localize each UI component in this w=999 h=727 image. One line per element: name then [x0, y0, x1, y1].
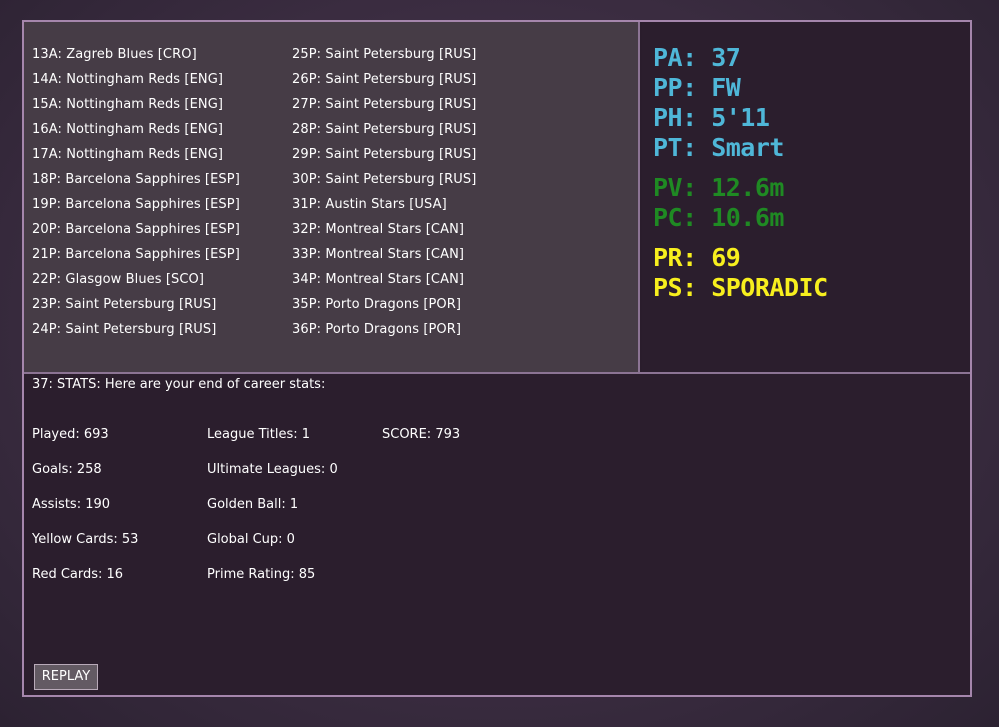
player-type: PT: Smart	[653, 133, 784, 162]
stat-played: Played: 693	[32, 427, 109, 442]
career-row: 30P: Saint Petersburg [RUS]	[292, 172, 477, 187]
career-row: 22P: Glasgow Blues [SCO]	[32, 272, 205, 287]
player-contract: PC: 10.6m	[653, 203, 784, 232]
stat-league-titles: League Titles: 1	[207, 427, 311, 442]
career-row: 33P: Montreal Stars [CAN]	[292, 247, 465, 262]
career-row: 34P: Montreal Stars [CAN]	[292, 272, 465, 287]
career-row: 13A: Zagreb Blues [CRO]	[32, 47, 197, 62]
career-row: 23P: Saint Petersburg [RUS]	[32, 297, 217, 312]
career-row: 20P: Barcelona Sapphires [ESP]	[32, 222, 240, 237]
career-row: 35P: Porto Dragons [POR]	[292, 297, 462, 312]
career-row: 15A: Nottingham Reds [ENG]	[32, 97, 224, 112]
stat-goals: Goals: 258	[32, 462, 102, 477]
career-row: 21P: Barcelona Sapphires [ESP]	[32, 247, 240, 262]
career-row: 27P: Saint Petersburg [RUS]	[292, 97, 477, 112]
stat-ultimate-leagues: Ultimate Leagues: 0	[207, 462, 338, 477]
stat-golden-ball: Golden Ball: 1	[207, 497, 299, 512]
career-row: 28P: Saint Petersburg [RUS]	[292, 122, 477, 137]
player-value: PV: 12.6m	[653, 173, 784, 202]
replay-button[interactable]: REPLAY	[34, 664, 98, 690]
stat-red-cards: Red Cards: 16	[32, 567, 124, 582]
player-height: PH: 5'11	[653, 103, 770, 132]
player-age: PA: 37	[653, 43, 741, 72]
career-row: 32P: Montreal Stars [CAN]	[292, 222, 465, 237]
career-row: 17A: Nottingham Reds [ENG]	[32, 147, 224, 162]
stat-global-cup: Global Cup: 0	[207, 532, 295, 547]
career-stats-panel	[24, 374, 970, 695]
career-row: 18P: Barcelona Sapphires [ESP]	[32, 172, 240, 187]
player-position: PP: FW	[653, 73, 741, 102]
career-row: 14A: Nottingham Reds [ENG]	[32, 72, 224, 87]
career-row: 16A: Nottingham Reds [ENG]	[32, 122, 224, 137]
career-row: 29P: Saint Petersburg [RUS]	[292, 147, 477, 162]
stat-assists: Assists: 190	[32, 497, 111, 512]
player-rating: PR: 69	[653, 243, 741, 272]
career-row: 31P: Austin Stars [USA]	[292, 197, 447, 212]
career-row: 26P: Saint Petersburg [RUS]	[292, 72, 477, 87]
stat-prime-rating: Prime Rating: 85	[207, 567, 316, 582]
career-row: 25P: Saint Petersburg [RUS]	[292, 47, 477, 62]
career-row: 24P: Saint Petersburg [RUS]	[32, 322, 217, 337]
stats-header: 37: STATS: Here are your end of career s…	[32, 377, 326, 392]
career-row: 19P: Barcelona Sapphires [ESP]	[32, 197, 240, 212]
career-row: 36P: Porto Dragons [POR]	[292, 322, 462, 337]
stat-score: SCORE: 793	[382, 427, 461, 442]
player-status: PS: SPORADIC	[653, 273, 828, 302]
stat-yellow-cards: Yellow Cards: 53	[32, 532, 139, 547]
